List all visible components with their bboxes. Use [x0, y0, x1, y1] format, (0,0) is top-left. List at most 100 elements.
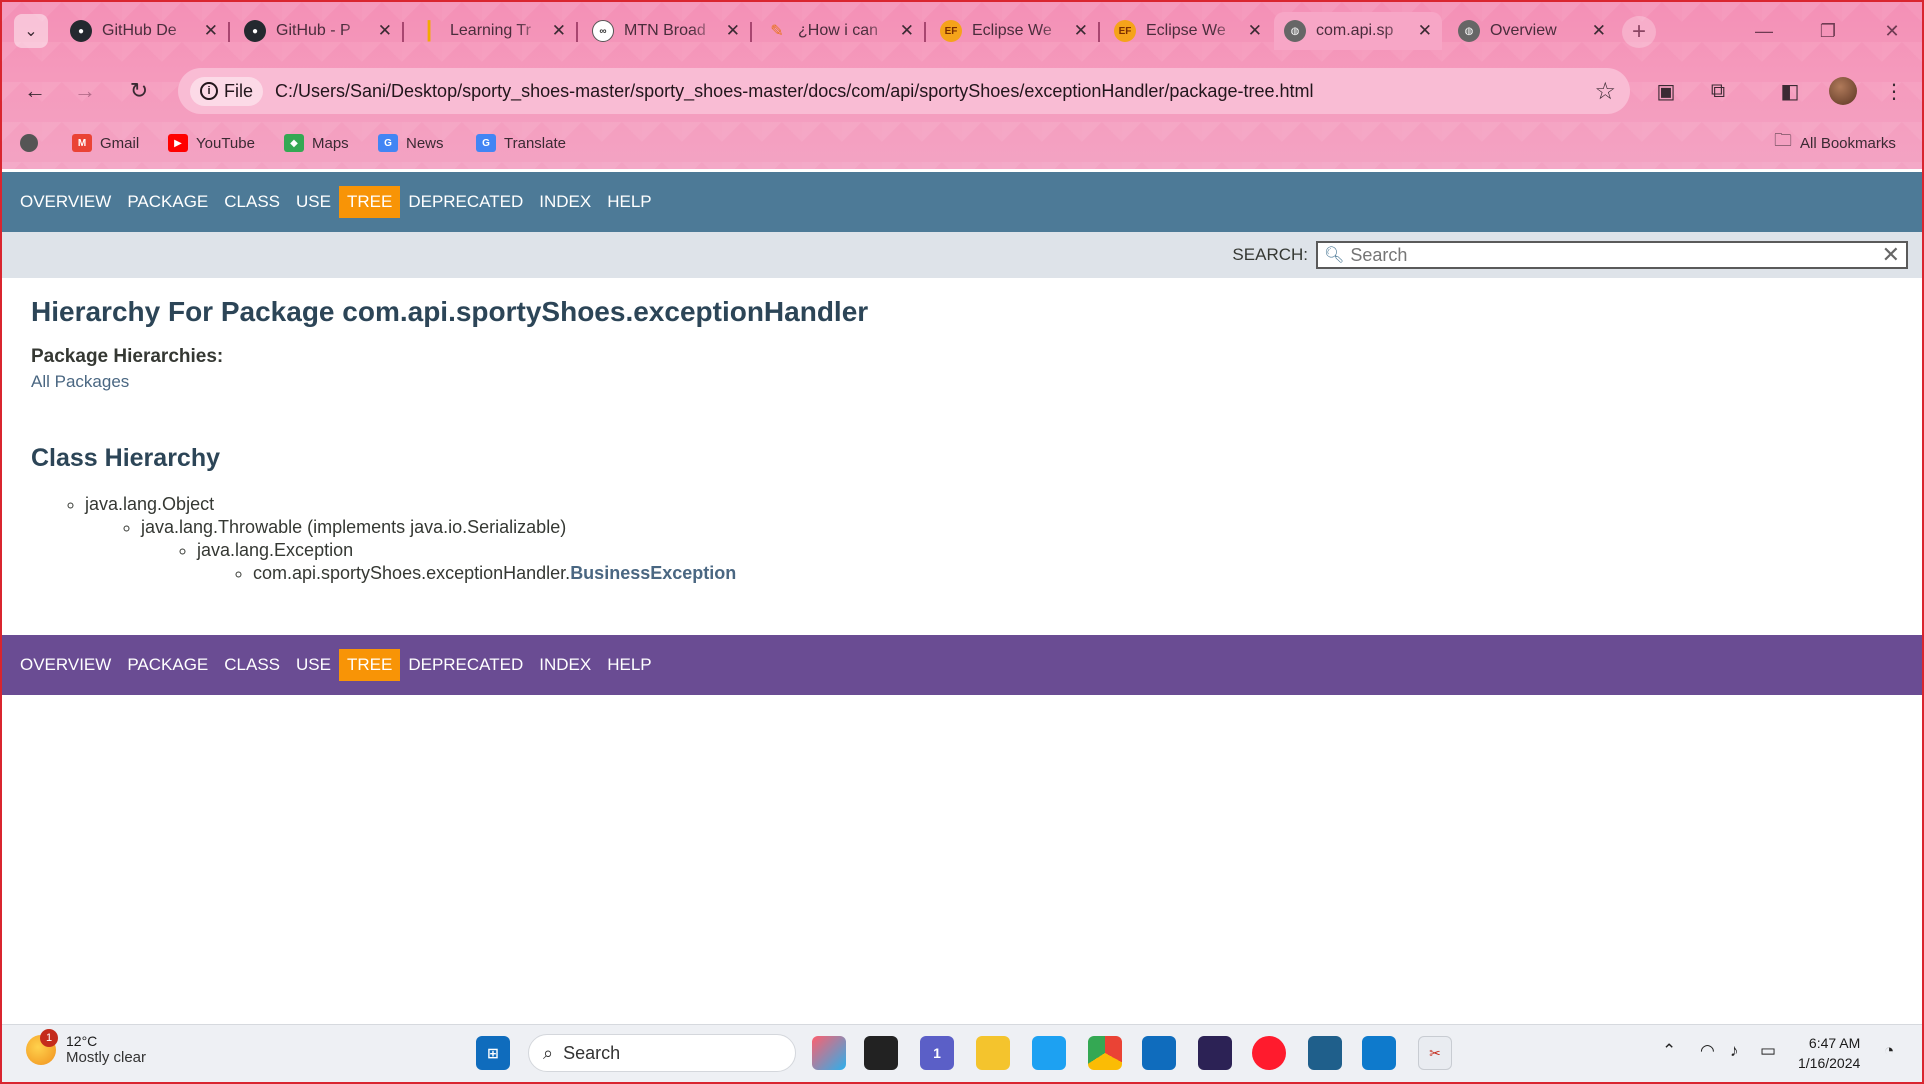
- tab-title: com.api.sp: [1316, 22, 1394, 39]
- tab-2[interactable]: ┃ Learning Tr ✕: [408, 12, 576, 50]
- snipping-tool-icon[interactable]: ✂: [1418, 1036, 1452, 1070]
- extensions-icon[interactable]: ⧉: [1702, 76, 1734, 106]
- volume-icon[interactable]: ♪: [1730, 1041, 1739, 1061]
- nav-deprecated[interactable]: Deprecated: [400, 649, 531, 681]
- eclipse-icon[interactable]: [1198, 1036, 1232, 1070]
- taskbar: 1 12°C Mostly clear ⊞ ⌕ Search 1 ✂ ⌃ ◠ ♪…: [2, 1024, 1922, 1082]
- show-hidden-icons-icon[interactable]: ⌃: [1662, 1041, 1676, 1061]
- bookmark-gmail[interactable]: M Gmail: [72, 130, 139, 156]
- all-packages-link[interactable]: All Packages: [31, 372, 129, 391]
- folder-icon: 🗀: [1774, 130, 1792, 150]
- bookmark-maps[interactable]: ◆ Maps: [284, 130, 349, 156]
- store-icon[interactable]: [1142, 1036, 1176, 1070]
- nav-package[interactable]: Package: [119, 186, 216, 218]
- mysql-workbench-icon[interactable]: [1308, 1036, 1342, 1070]
- file-explorer-icon[interactable]: [976, 1036, 1010, 1070]
- close-icon[interactable]: ✕: [378, 21, 392, 41]
- close-icon[interactable]: ✕: [1592, 21, 1606, 41]
- opera-icon[interactable]: [1252, 1036, 1286, 1070]
- close-icon[interactable]: ✕: [1074, 21, 1088, 41]
- close-icon[interactable]: ✕: [552, 21, 566, 41]
- nav-help[interactable]: Help: [599, 649, 659, 681]
- bookmark-youtube[interactable]: ▶ YouTube: [168, 130, 255, 156]
- close-icon[interactable]: ✕: [726, 21, 740, 41]
- edge-icon[interactable]: [1032, 1036, 1066, 1070]
- close-window-button[interactable]: ✕: [1872, 14, 1912, 48]
- copilot-icon[interactable]: [812, 1036, 846, 1070]
- clear-search-icon[interactable]: ✕: [1882, 242, 1900, 268]
- close-icon[interactable]: ✕: [1418, 21, 1432, 41]
- tab-5[interactable]: EF Eclipse We ✕: [930, 12, 1098, 50]
- nav-class[interactable]: Class: [216, 649, 288, 681]
- tab-0[interactable]: ● GitHub De ✕: [60, 12, 228, 50]
- globe-icon[interactable]: [20, 130, 38, 156]
- nav-use[interactable]: Use: [288, 186, 339, 218]
- tab-4[interactable]: ✎ ¿How i can ✕: [756, 12, 924, 50]
- url-text[interactable]: C:/Users/Sani/Desktop/sporty_shoes-maste…: [275, 81, 1594, 102]
- new-tab-button[interactable]: +: [1622, 16, 1656, 48]
- all-bookmarks[interactable]: 🗀 All Bookmarks: [1774, 130, 1896, 156]
- nav-tree[interactable]: Tree: [338, 186, 401, 218]
- side-panel-icon[interactable]: ◧: [1774, 76, 1806, 106]
- mtn-icon: ∞: [592, 20, 614, 42]
- taskbar-search[interactable]: ⌕ Search: [528, 1034, 796, 1072]
- close-icon[interactable]: ✕: [1248, 21, 1262, 41]
- tab-7-active[interactable]: ◍ com.api.sp ✕: [1274, 12, 1442, 50]
- nav-overview[interactable]: Overview: [12, 186, 119, 218]
- nav-tree[interactable]: Tree: [338, 649, 401, 681]
- bookmark-news[interactable]: G News: [378, 130, 444, 156]
- nav-class[interactable]: Class: [216, 186, 288, 218]
- weather-widget[interactable]: 1 12°C Mostly clear: [26, 1028, 146, 1066]
- search-label: SEARCH:: [1232, 245, 1308, 264]
- tab-search-button[interactable]: ⌄: [14, 14, 48, 48]
- forward-button[interactable]: →: [68, 74, 102, 108]
- wifi-icon[interactable]: ◠: [1700, 1041, 1715, 1061]
- tab-separator: [1098, 22, 1100, 42]
- nav-help[interactable]: Help: [599, 186, 659, 218]
- restore-button[interactable]: ❐: [1808, 14, 1848, 48]
- tab-title: ¿How i can: [798, 22, 879, 39]
- menu-dots-icon[interactable]: ⋮: [1878, 76, 1910, 106]
- browser-chrome: ⌄ ● GitHub De ✕ ● GitHub - P ✕ ┃ Learnin…: [2, 2, 1922, 169]
- start-button[interactable]: ⊞: [476, 1036, 510, 1070]
- package-hierarchies-label: Package Hierarchies:: [31, 346, 224, 367]
- nav-package[interactable]: Package: [119, 649, 216, 681]
- chrome-icon[interactable]: [1088, 1036, 1122, 1070]
- tab-title: GitHub - P: [276, 22, 351, 39]
- cast-icon[interactable]: ▣: [1650, 76, 1682, 106]
- maps-icon: ◆: [284, 134, 304, 152]
- nav-deprecated[interactable]: Deprecated: [400, 186, 531, 218]
- reload-button[interactable]: ↻: [122, 74, 156, 108]
- search-input[interactable]: [1350, 244, 1882, 266]
- back-button[interactable]: ←: [18, 74, 52, 108]
- nav-index[interactable]: Index: [531, 186, 599, 218]
- notifications-icon[interactable]: ◔: [1884, 1041, 1894, 1061]
- search-bar: SEARCH: 🔍︎ ✕: [2, 232, 1922, 278]
- tab-1[interactable]: ● GitHub - P ✕: [234, 12, 402, 50]
- search-box[interactable]: 🔍︎ ✕: [1316, 241, 1908, 269]
- bookmark-star-icon[interactable]: ☆: [1594, 77, 1616, 106]
- nav-index[interactable]: Index: [531, 649, 599, 681]
- task-view-icon[interactable]: [864, 1036, 898, 1070]
- business-exception-link[interactable]: BusinessException: [570, 563, 736, 583]
- vscode-icon[interactable]: [1362, 1036, 1396, 1070]
- tree-item: java.lang.Throwable (implements java.io.…: [141, 516, 1891, 585]
- bookmark-translate[interactable]: G Translate: [476, 130, 566, 156]
- bar-chart-icon: ┃: [423, 20, 435, 41]
- tab-8[interactable]: ◍ Overview ✕: [1448, 12, 1616, 50]
- site-info-chip[interactable]: i File: [190, 76, 264, 106]
- minimize-button[interactable]: —: [1744, 14, 1784, 48]
- close-icon[interactable]: ✕: [900, 21, 914, 41]
- top-navbar: Overview Package Class Use Tree Deprecat…: [2, 172, 1922, 232]
- battery-icon[interactable]: ▭: [1760, 1041, 1776, 1061]
- nav-use[interactable]: Use: [288, 649, 339, 681]
- tab-6[interactable]: EF Eclipse We ✕: [1104, 12, 1272, 50]
- nav-overview[interactable]: Overview: [12, 649, 119, 681]
- teams-icon[interactable]: 1: [920, 1036, 954, 1070]
- profile-avatar[interactable]: [1829, 77, 1857, 105]
- tree-item: java.lang.Exception com.api.sportyShoes.…: [197, 539, 1891, 585]
- clock[interactable]: 6:47 AM 1/16/2024: [1798, 1033, 1860, 1073]
- tab-3[interactable]: ∞ MTN Broad ✕: [582, 12, 750, 50]
- close-icon[interactable]: ✕: [204, 21, 218, 41]
- address-bar[interactable]: i File C:/Users/Sani/Desktop/sporty_shoe…: [178, 68, 1630, 114]
